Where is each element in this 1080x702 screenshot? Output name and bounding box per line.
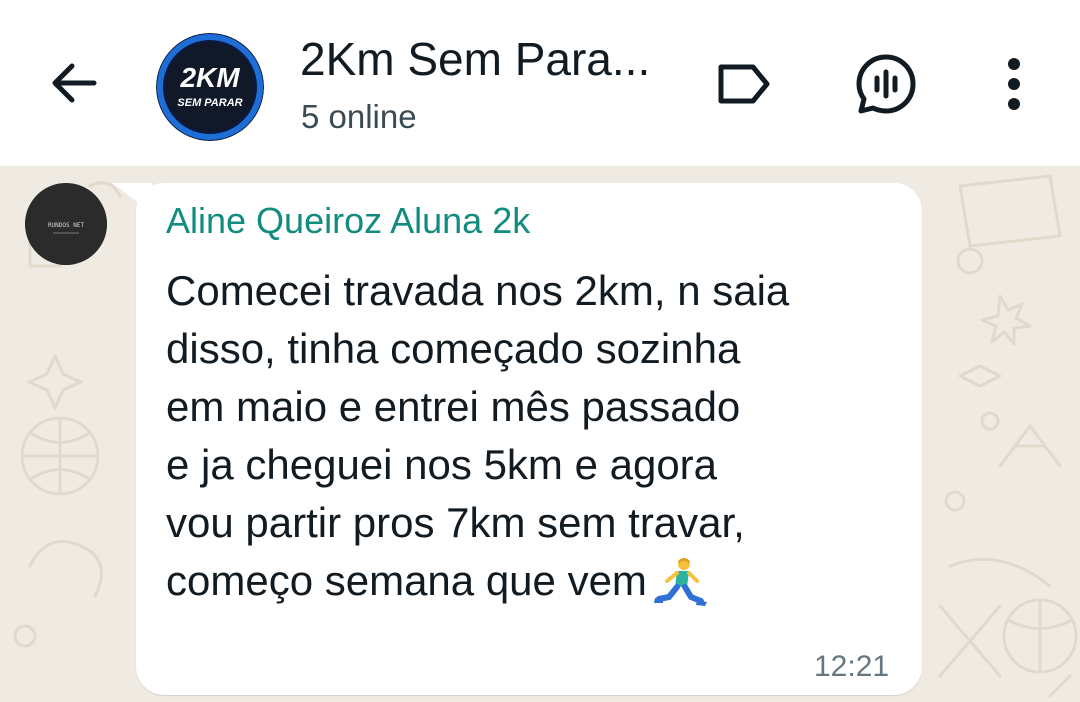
group-avatar[interactable]: 2KM SEM PARAR [156, 33, 264, 141]
group-title[interactable]: 2Km Sem Para... [300, 32, 680, 86]
label-button[interactable] [712, 52, 776, 116]
label-tag-icon [718, 64, 770, 104]
avatar-text-main: 2KM [179, 62, 240, 93]
back-button[interactable] [40, 50, 106, 116]
sender-name[interactable]: Aline Queiroz Aluna 2k [166, 200, 530, 242]
avatar-text-sub: SEM PARAR [177, 97, 242, 109]
chat-header: 2KM SEM PARAR 2Km Sem Para... 5 online [0, 0, 1080, 166]
more-options-button[interactable] [982, 52, 1046, 116]
arrow-left-icon [52, 63, 97, 103]
voice-chat-button[interactable] [854, 52, 918, 116]
person-running-icon [653, 558, 707, 606]
sender-avatar-text: RUNDOS NET [48, 222, 85, 229]
message-text: Comecei travada nos 2km, n saia disso, t… [166, 262, 906, 610]
voice-chat-icon [856, 54, 916, 114]
sender-avatar[interactable]: RUNDOS NET [25, 183, 107, 265]
online-count: 5 online [301, 98, 417, 135]
more-vert-icon [1008, 58, 1020, 110]
message-body: Comecei travada nos 2km, n saia disso, t… [166, 267, 790, 604]
message-time: 12:21 [814, 650, 890, 683]
